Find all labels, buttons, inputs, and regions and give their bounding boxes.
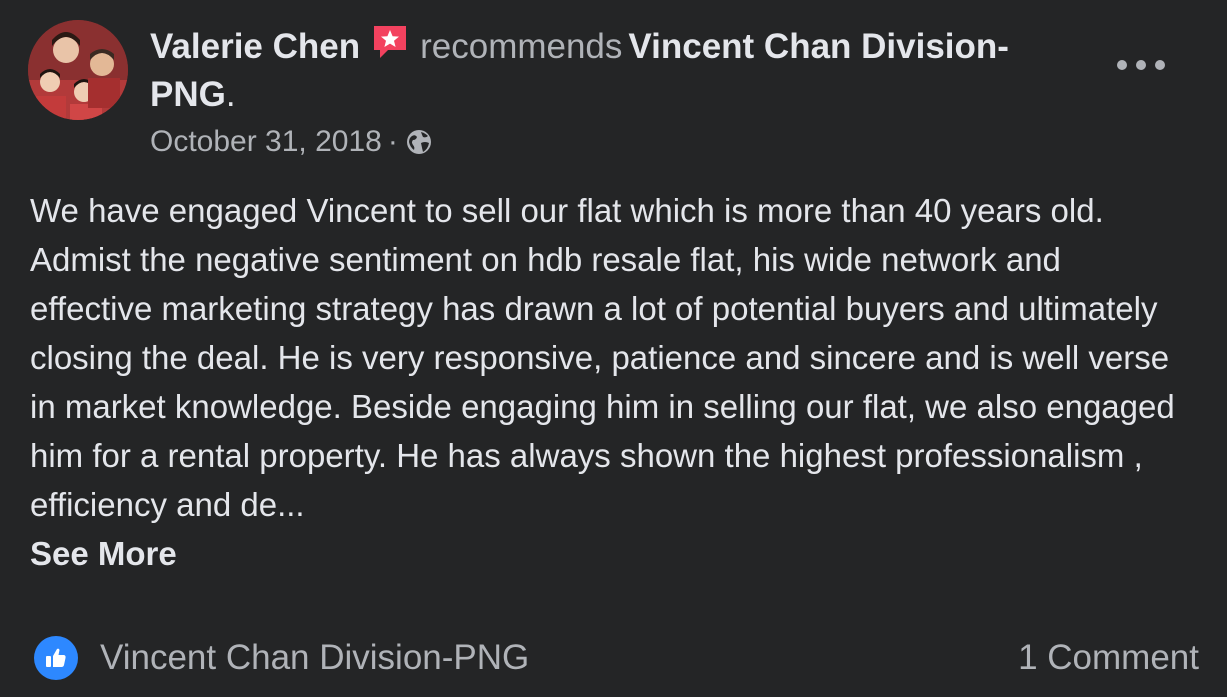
- post-meta: October 31, 2018 ·: [150, 122, 434, 162]
- post-body: We have engaged Vincent to sell our flat…: [30, 186, 1190, 578]
- header-punctuation: .: [225, 75, 236, 114]
- see-more-link[interactable]: See More: [30, 529, 1190, 578]
- avatar-photo: [28, 20, 128, 120]
- post-footer: Vincent Chan Division-PNG 1 Comment: [34, 632, 1199, 684]
- footer-page-link[interactable]: Vincent Chan Division-PNG: [100, 638, 1018, 678]
- post-header: Valerie Chen recommends Vincent Chan Divis…: [150, 22, 1090, 119]
- avatar[interactable]: [28, 20, 128, 120]
- post-date[interactable]: October 31, 2018: [150, 122, 382, 162]
- like-icon: [34, 636, 78, 680]
- top-fan-badge-icon: [370, 22, 410, 62]
- recommendation-post: Valerie Chen recommends Vincent Chan Divis…: [0, 0, 1227, 697]
- more-options-icon[interactable]: [1117, 50, 1165, 80]
- action-text: recommends: [420, 27, 623, 66]
- author-name[interactable]: Valerie Chen: [150, 27, 360, 66]
- meta-separator: ·: [387, 125, 398, 158]
- globe-icon[interactable]: [404, 127, 434, 157]
- post-text: We have engaged Vincent to sell our flat…: [30, 192, 1175, 523]
- comment-count-link[interactable]: 1 Comment: [1018, 638, 1199, 678]
